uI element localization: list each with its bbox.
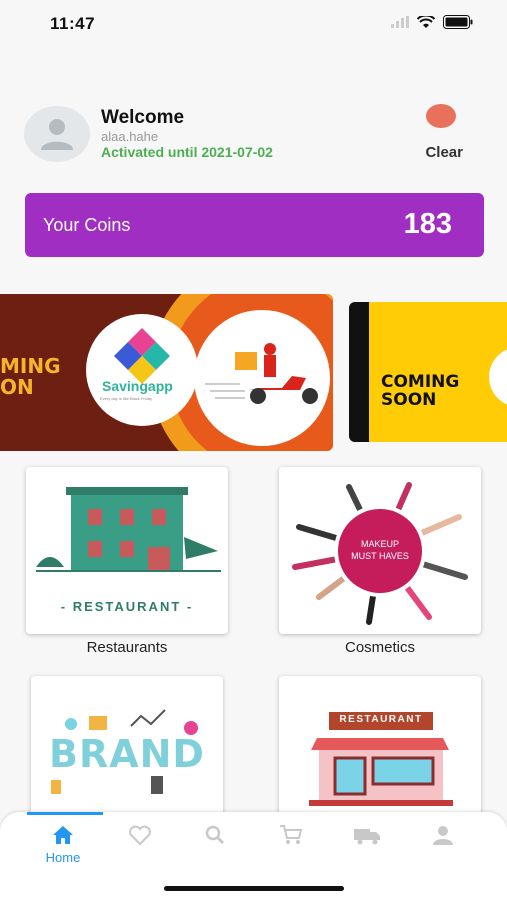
avatar[interactable] xyxy=(24,106,90,162)
tab-profile[interactable] xyxy=(405,812,481,872)
banner2-coming-line2: SOON xyxy=(381,389,437,410)
banner2-black-stripe xyxy=(349,302,369,442)
clear-button[interactable]: Clear xyxy=(425,144,463,161)
truck-icon xyxy=(354,829,380,845)
category-card-restaurant-2[interactable]: RESTAURANT xyxy=(279,676,481,816)
coins-label: Your Coins xyxy=(43,215,131,235)
status-bar: 11:47 xyxy=(0,0,507,48)
category-card-brand[interactable]: BRAND xyxy=(31,676,223,816)
cosmetics-text-line2: MUST HAVES xyxy=(351,550,409,561)
person-icon xyxy=(433,826,453,845)
tab-search[interactable] xyxy=(177,812,253,872)
person-placeholder-icon xyxy=(41,119,73,150)
tab-home[interactable]: Home xyxy=(25,812,101,872)
status-time: 11:47 xyxy=(50,14,96,33)
coins-card[interactable]: Your Coins 183 xyxy=(25,193,484,257)
clear-dot-icon[interactable] xyxy=(426,104,456,128)
banner1-coming-line2: ON xyxy=(0,375,34,399)
banner-savingapp[interactable]: MING ON Savingapp Every day is like Blac… xyxy=(0,294,333,451)
status-icons xyxy=(391,15,473,29)
coins-value: 183 xyxy=(403,208,452,240)
home-icon xyxy=(53,826,73,844)
battery-icon xyxy=(443,15,473,29)
profile-header: Welcome alaa.hahe Activated until 2021-0… xyxy=(24,104,483,174)
username: alaa.hahe xyxy=(101,129,159,144)
tab-delivery[interactable] xyxy=(329,812,405,872)
banner2-coming-text: COMING SOON xyxy=(381,373,459,410)
savingapp-tagline: Every day is like Black Friday xyxy=(100,396,153,401)
savingapp-logo-name: Savingapp xyxy=(102,378,173,394)
tab-cart[interactable] xyxy=(253,812,329,872)
storefront-sign-text: RESTAURANT xyxy=(339,714,423,725)
category-label-cosmetics: Cosmetics xyxy=(344,639,415,656)
category-card-cosmetics[interactable]: MAKEUP MUST HAVES xyxy=(279,467,481,634)
banner1-coming-text: MING ON xyxy=(0,356,61,398)
banner-carousel[interactable]: MING ON Savingapp Every day is like Blac… xyxy=(0,292,507,452)
cart-icon xyxy=(280,825,303,844)
banner1-coming-line1: MING xyxy=(0,354,61,378)
storefront-illustration xyxy=(309,712,453,806)
heart-icon xyxy=(129,825,151,846)
banner2-circle xyxy=(489,347,507,407)
banner-coming-soon[interactable]: COMING SOON xyxy=(349,302,507,442)
welcome-title: Welcome xyxy=(101,107,185,128)
activation-status: Activated until 2021-07-02 xyxy=(101,144,273,160)
category-card-restaurants[interactable]: - RESTAURANT - xyxy=(26,467,228,634)
tab-home-label: Home xyxy=(45,850,81,865)
restaurant-banner-text: - RESTAURANT - xyxy=(60,599,194,614)
cosmetics-circle-text: MAKEUP MUST HAVES xyxy=(340,539,420,562)
category-label-restaurants: Restaurants xyxy=(86,639,168,656)
signal-icon xyxy=(391,16,409,28)
brand-text: BRAND xyxy=(49,732,205,776)
home-indicator xyxy=(164,886,344,891)
wifi-icon xyxy=(417,15,435,28)
search-icon xyxy=(205,825,225,845)
tab-favorites[interactable] xyxy=(102,812,178,872)
cosmetics-text-line1: MAKEUP xyxy=(360,539,399,549)
